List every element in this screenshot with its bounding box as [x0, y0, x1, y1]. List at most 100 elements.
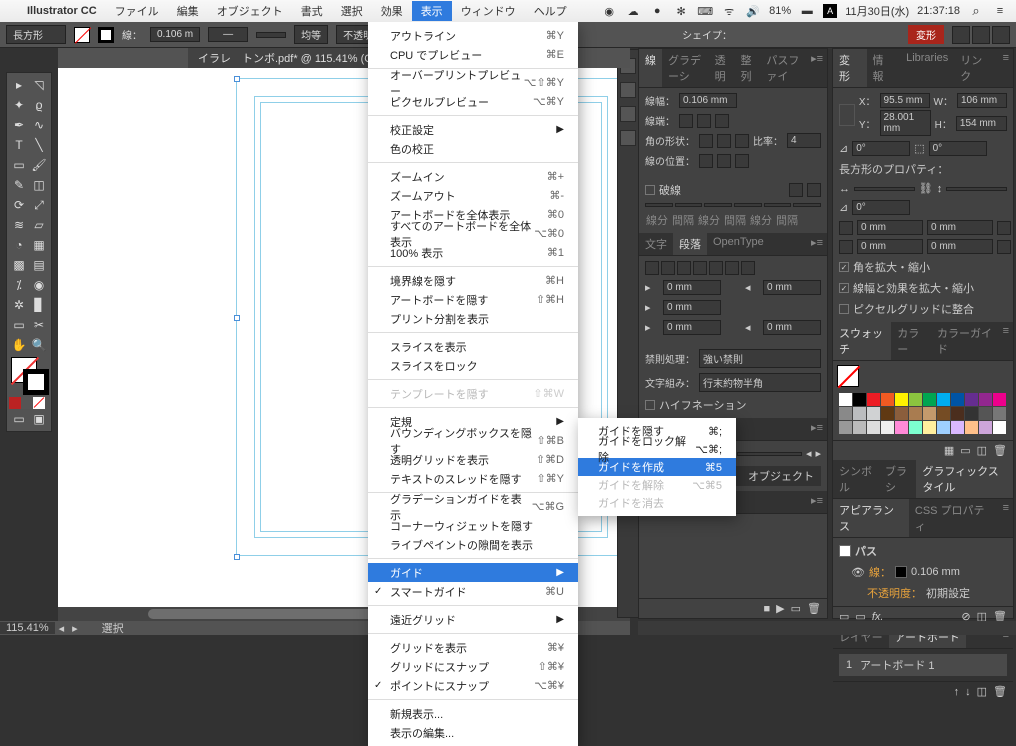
- swatch[interactable]: [965, 421, 978, 434]
- swatch[interactable]: [853, 421, 866, 434]
- trash-icon[interactable]: 🗑: [993, 444, 1007, 457]
- swatch[interactable]: [895, 421, 908, 434]
- nav-next-icon[interactable]: ▸: [68, 622, 82, 635]
- new-swatch-icon[interactable]: ◫: [977, 444, 987, 457]
- eraser-tool[interactable]: ◫: [29, 175, 49, 195]
- pen-tool[interactable]: ✒: [9, 115, 29, 135]
- direct-selection-tool[interactable]: ◹: [29, 75, 49, 95]
- space-field[interactable]: 0 mm: [663, 320, 721, 335]
- join-round-icon[interactable]: [717, 134, 731, 148]
- cap-round-icon[interactable]: [697, 114, 711, 128]
- swatch[interactable]: [951, 421, 964, 434]
- selection-handle[interactable]: [234, 554, 240, 560]
- tab-libraries[interactable]: Libraries: [900, 49, 954, 87]
- nav-prev-icon[interactable]: ◂: [55, 622, 69, 635]
- opacity-val[interactable]: 初期設定: [926, 585, 970, 601]
- tab-pathfinder[interactable]: パスファイ: [760, 49, 807, 87]
- view-menu-item[interactable]: 色の校正: [368, 139, 578, 158]
- rect-h-field[interactable]: [946, 187, 1007, 191]
- none-mode-icon[interactable]: [33, 397, 45, 409]
- menu-file[interactable]: ファイル: [106, 1, 168, 21]
- play-icon[interactable]: ▶: [776, 602, 784, 615]
- view-menu-item[interactable]: 透明グリッドを表示⇧⌘D: [368, 450, 578, 469]
- align-outside-icon[interactable]: [735, 154, 749, 168]
- swatch[interactable]: [839, 421, 852, 434]
- rectangle-tool[interactable]: ▭: [9, 155, 29, 175]
- tab-links[interactable]: リンク: [954, 49, 998, 87]
- align-justify-icon[interactable]: [709, 261, 723, 275]
- stroke-width-input[interactable]: 0.106 m: [150, 27, 200, 42]
- corner-br-icon[interactable]: [997, 240, 1011, 254]
- arrange-btn[interactable]: [972, 26, 990, 44]
- dash-field[interactable]: [645, 203, 673, 207]
- space-field[interactable]: 0 mm: [763, 320, 821, 335]
- slice-tool[interactable]: ✂: [29, 315, 49, 335]
- color-mode-icon[interactable]: [9, 397, 21, 409]
- corner-tl-field[interactable]: 0 mm: [857, 220, 923, 235]
- align-left-icon[interactable]: [645, 261, 659, 275]
- dash-mode-icon[interactable]: [789, 183, 803, 197]
- view-menu-item[interactable]: グリッドを表示⌘¥: [368, 638, 578, 657]
- stroke-width-field[interactable]: 0.106 mm: [679, 93, 737, 108]
- battery-icon[interactable]: ▬: [799, 3, 815, 19]
- graph-tool[interactable]: ▊: [29, 295, 49, 315]
- menu-window[interactable]: ウィンドウ: [452, 1, 525, 21]
- volume-icon[interactable]: 🔊: [745, 3, 761, 19]
- tab-info[interactable]: 情報: [867, 49, 901, 87]
- panel-menu-icon[interactable]: ▸≡: [807, 233, 827, 255]
- tab-stroke[interactable]: 線: [639, 49, 662, 87]
- swatch[interactable]: [881, 407, 894, 420]
- align-justify-icon[interactable]: [741, 261, 755, 275]
- swatch[interactable]: [909, 393, 922, 406]
- tab-brushes[interactable]: ブラシ: [879, 460, 916, 498]
- dash-checkbox[interactable]: 破線: [645, 182, 681, 198]
- swatch[interactable]: [937, 393, 950, 406]
- swatch[interactable]: [881, 421, 894, 434]
- swatch[interactable]: [923, 407, 936, 420]
- cap-butt-icon[interactable]: [679, 114, 693, 128]
- rect-w-field[interactable]: [854, 187, 915, 191]
- scale-tool[interactable]: ⤢: [29, 195, 49, 215]
- gap-field[interactable]: [793, 203, 821, 207]
- swatch[interactable]: [895, 407, 908, 420]
- view-menu-item[interactable]: 校正設定▶: [368, 120, 578, 139]
- align-justify-icon[interactable]: [693, 261, 707, 275]
- arrange-btn[interactable]: [992, 26, 1010, 44]
- scale-strokes-checkbox[interactable]: ✓線幅と効果を拡大・縮小: [839, 280, 1007, 296]
- dash-field[interactable]: [764, 203, 792, 207]
- panel-menu-icon[interactable]: ▸≡: [807, 491, 827, 513]
- view-menu-item[interactable]: ピクセルプレビュー⌥⌘Y: [368, 92, 578, 111]
- view-menu-item[interactable]: バウンディングボックスを隠す⇧⌘B: [368, 431, 578, 450]
- swatch[interactable]: [937, 421, 950, 434]
- pixel-grid-checkbox[interactable]: ピクセルグリッドに整合: [839, 301, 1007, 317]
- menu-select[interactable]: 選択: [332, 1, 372, 21]
- selection-handle[interactable]: [234, 315, 240, 321]
- miter-ratio-field[interactable]: 4: [787, 133, 821, 148]
- paintbrush-tool[interactable]: 🖌: [29, 155, 49, 175]
- fill-swatch-icon[interactable]: [74, 27, 90, 43]
- appearance-stroke-label[interactable]: 線：: [869, 564, 891, 580]
- corner-bl-field[interactable]: 0 mm: [857, 239, 923, 254]
- menu-effect[interactable]: 効果: [372, 1, 412, 21]
- corner-br-field[interactable]: 0 mm: [927, 239, 993, 254]
- stroke-chip-icon[interactable]: [895, 566, 907, 578]
- panel-menu-icon[interactable]: ≡: [999, 499, 1013, 537]
- indent-field[interactable]: 0 mm: [663, 300, 721, 315]
- view-menu-item[interactable]: CPU でプレビュー⌘E: [368, 45, 578, 64]
- tab-css[interactable]: CSS プロパティ: [909, 499, 999, 537]
- view-menu-item[interactable]: ズームイン⌘+: [368, 167, 578, 186]
- shape-select[interactable]: 長方形: [6, 25, 66, 44]
- swatch[interactable]: [951, 393, 964, 406]
- pencil-tool[interactable]: ✎: [9, 175, 29, 195]
- swatch[interactable]: [853, 407, 866, 420]
- screen-mode-tool[interactable]: ▭: [9, 409, 29, 429]
- view-menu-item[interactable]: 100% 表示⌘1: [368, 243, 578, 262]
- view-menu-item[interactable]: テキストのスレッドを隠す⇧⌘Y: [368, 469, 578, 488]
- swatch[interactable]: [867, 393, 880, 406]
- view-menu-item[interactable]: スライスをロック: [368, 356, 578, 375]
- menubar-date[interactable]: 11月30日(水): [845, 3, 909, 19]
- align-center-icon[interactable]: [661, 261, 675, 275]
- search-icon[interactable]: ⌕: [968, 3, 984, 19]
- curvature-tool[interactable]: ∿: [29, 115, 49, 135]
- line-tool[interactable]: ╲: [29, 135, 49, 155]
